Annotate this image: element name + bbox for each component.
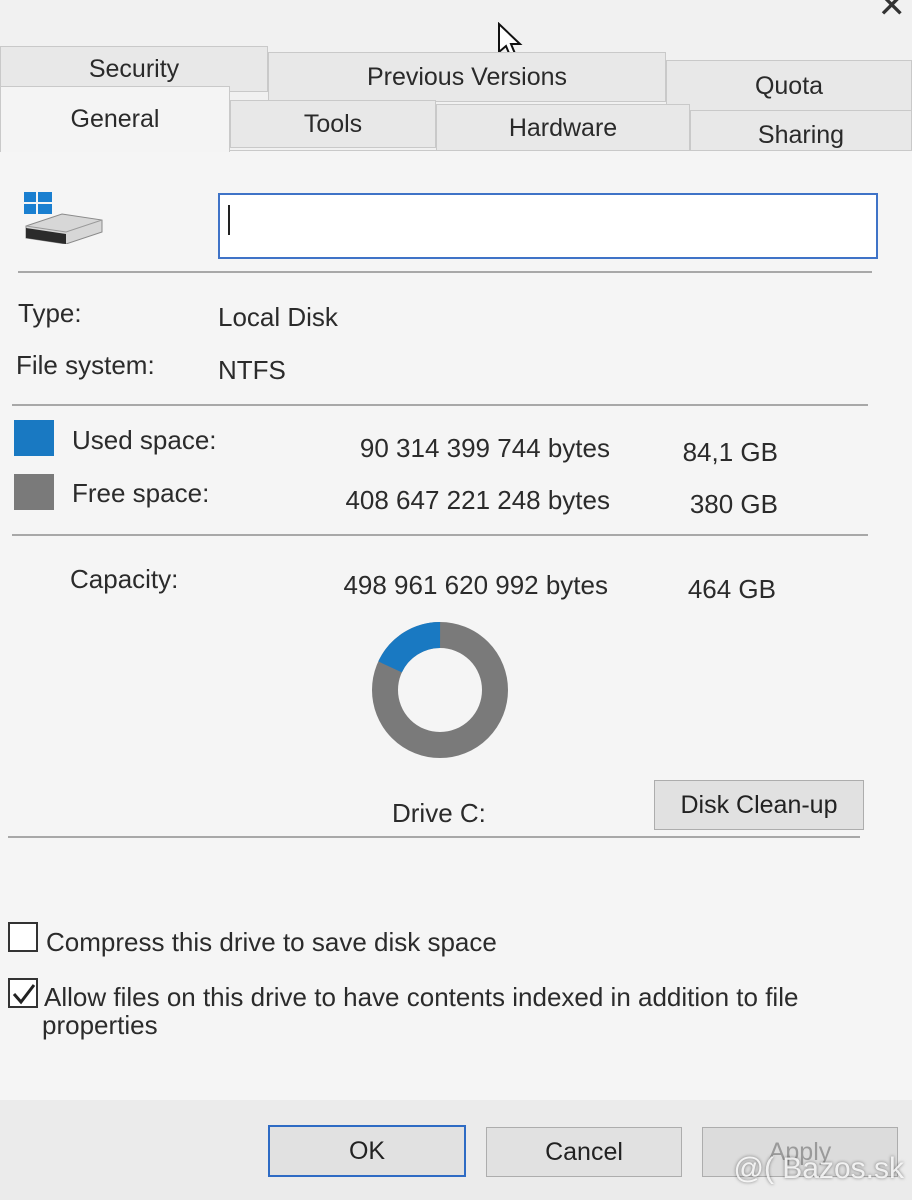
disk-usage-donut-chart [372, 622, 508, 758]
watermark: @( Bazos.sk [733, 1152, 905, 1185]
free-space-label: Free space: [72, 478, 210, 508]
used-space-label: Used space: [72, 425, 217, 455]
text-caret [228, 205, 230, 235]
type-label: Type: [18, 298, 82, 328]
title-bar: ✕ [0, 0, 912, 42]
tab-tools[interactable]: Tools [230, 100, 436, 148]
used-space-size: 84,1 GB [682, 437, 778, 467]
windows-drive-icon [24, 192, 103, 244]
compress-label: Compress this drive to save disk space [46, 927, 497, 957]
capacity-size: 464 GB [687, 574, 776, 604]
separator [8, 836, 860, 838]
file-system-label: File system: [16, 350, 155, 380]
ok-button[interactable]: OK [268, 1125, 466, 1177]
separator [18, 271, 872, 273]
tab-previous-versions[interactable]: Previous Versions [268, 52, 666, 102]
index-checkbox[interactable] [8, 978, 38, 1008]
close-icon[interactable]: ✕ [878, 0, 907, 26]
tab-general[interactable]: General [0, 86, 230, 152]
compress-checkbox[interactable] [8, 922, 38, 952]
free-space-bytes: 408 647 221 248 bytes [345, 485, 610, 515]
used-space-bytes: 90 314 399 744 bytes [359, 433, 610, 463]
tab-hardware[interactable]: Hardware [436, 104, 690, 152]
index-label-line2: properties [42, 1010, 158, 1040]
free-space-size: 380 GB [689, 489, 778, 519]
cancel-button[interactable]: Cancel [486, 1127, 682, 1177]
capacity-bytes: 498 961 620 992 bytes [343, 570, 608, 600]
disk-cleanup-button[interactable]: Disk Clean-up [654, 780, 864, 830]
index-label-line1: Allow files on this drive to have conten… [44, 982, 799, 1012]
separator [12, 404, 868, 406]
file-system-value: NTFS [218, 355, 286, 385]
drive-label: Drive C: [392, 798, 486, 828]
separator [12, 534, 868, 536]
capacity-label: Capacity: [70, 564, 179, 594]
type-value: Local Disk [218, 302, 338, 332]
used-space-swatch [14, 420, 54, 456]
free-space-swatch [14, 474, 54, 510]
drive-name-input[interactable] [218, 193, 878, 259]
checkmark-icon [12, 984, 36, 1005]
tab-quota[interactable]: Quota [666, 60, 912, 112]
